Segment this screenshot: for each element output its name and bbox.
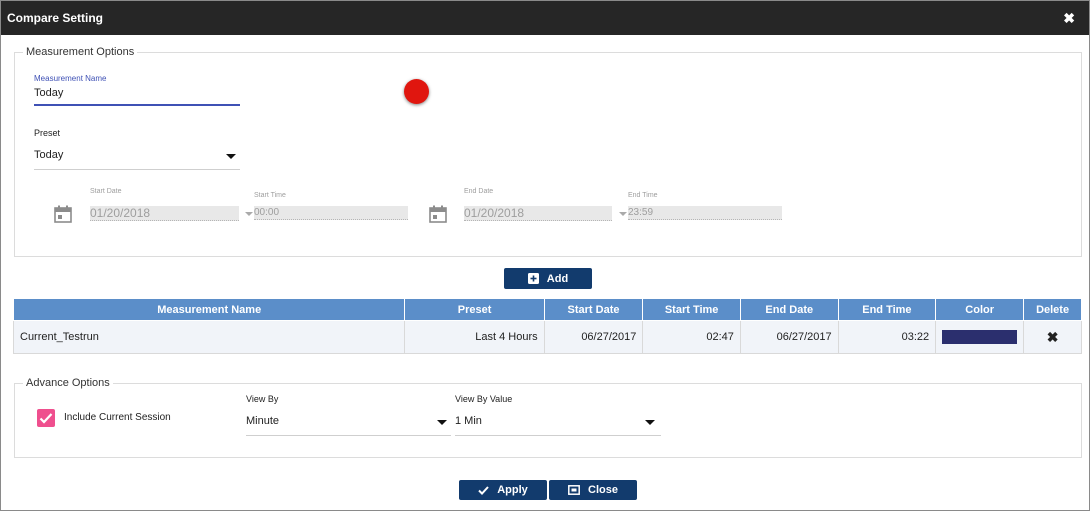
cell-color[interactable]	[935, 320, 1025, 354]
delete-icon[interactable]: ✖	[1023, 320, 1082, 354]
chevron-down-icon	[645, 420, 655, 425]
apply-button-label: Apply	[497, 484, 528, 496]
view-by-value-value: 1 Min	[455, 415, 482, 427]
dialog-title: Compare Setting	[7, 11, 104, 25]
checkmark-icon	[39, 413, 53, 424]
column-header-end-time[interactable]: End Time	[837, 299, 937, 321]
cell-start-time: 02:47	[642, 320, 741, 354]
view-by-value: Minute	[246, 415, 280, 427]
end-date-input[interactable]: 01/20/2018	[464, 206, 612, 221]
view-by-label: View By	[246, 394, 279, 404]
cell-end-time: 03:22	[837, 320, 937, 354]
measurement-options-legend: Measurement Options	[26, 46, 135, 58]
close-icon[interactable]: ✖	[1063, 10, 1075, 27]
compare-setting-dialog: Compare Setting ✖ Measurement Options Me…	[0, 0, 1090, 511]
dialog-titlebar: Compare Setting ✖	[1, 1, 1089, 35]
column-header-color[interactable]: Color	[935, 299, 1025, 321]
chevron-down-icon	[226, 154, 236, 159]
view-by-value-select[interactable]: 1 Min	[455, 411, 661, 436]
view-by-value-label: View By Value	[455, 394, 513, 404]
chevron-down-icon	[437, 420, 447, 425]
chevron-down-icon[interactable]	[619, 212, 627, 216]
measurement-name-label: Measurement Name	[34, 74, 107, 83]
table-header-row: Measurement Name Preset Start Date Start…	[12, 299, 1082, 321]
start-time-label: Start Time	[254, 192, 286, 199]
apply-button[interactable]: Apply	[459, 480, 547, 500]
column-header-start-time[interactable]: Start Time	[642, 299, 741, 321]
add-button[interactable]: Add	[504, 268, 592, 289]
column-header-start-date[interactable]: Start Date	[543, 299, 644, 321]
start-date-input[interactable]: 01/20/2018	[90, 206, 239, 221]
end-time-input[interactable]: 23:59	[628, 206, 782, 220]
close-button[interactable]: Close	[549, 480, 637, 500]
check-icon	[478, 485, 489, 495]
include-current-session-label: Include Current Session	[64, 412, 171, 423]
column-header-measurement-name[interactable]: Measurement Name	[12, 299, 406, 321]
include-current-session-checkbox[interactable]	[37, 409, 55, 427]
chevron-down-icon[interactable]	[245, 212, 253, 216]
close-button-label: Close	[588, 484, 618, 496]
column-header-delete[interactable]: Delete	[1023, 299, 1082, 321]
window-close-icon	[568, 485, 580, 495]
measurement-name-input[interactable]: Today	[34, 87, 240, 106]
calendar-icon[interactable]	[54, 205, 72, 223]
column-header-end-date[interactable]: End Date	[739, 299, 839, 321]
color-swatch[interactable]	[942, 330, 1018, 344]
start-time-input[interactable]: 00:00	[254, 206, 408, 220]
measurements-table: Measurement Name Preset Start Date Start…	[12, 299, 1082, 354]
add-button-label: Add	[546, 272, 569, 285]
plus-square-icon	[527, 273, 539, 284]
table-row[interactable]: Current_Testrun Last 4 Hours 06/27/2017 …	[12, 320, 1082, 354]
measurement-color-picker[interactable]	[404, 79, 429, 104]
preset-select[interactable]: Today	[34, 147, 240, 170]
column-header-preset[interactable]: Preset	[404, 299, 545, 321]
cell-measurement-name: Current_Testrun	[12, 320, 406, 354]
advance-options-legend: Advance Options	[26, 377, 110, 389]
preset-value: Today	[34, 149, 64, 161]
cell-preset: Last 4 Hours	[404, 320, 545, 354]
cell-start-date: 06/27/2017	[543, 320, 644, 354]
end-time-label: End Time	[628, 192, 658, 199]
preset-label: Preset	[34, 128, 61, 138]
cell-end-date: 06/27/2017	[739, 320, 839, 354]
start-date-label: Start Date	[90, 188, 122, 195]
calendar-icon[interactable]	[429, 205, 447, 223]
view-by-select[interactable]: Minute	[246, 411, 451, 436]
end-date-label: End Date	[464, 188, 494, 195]
